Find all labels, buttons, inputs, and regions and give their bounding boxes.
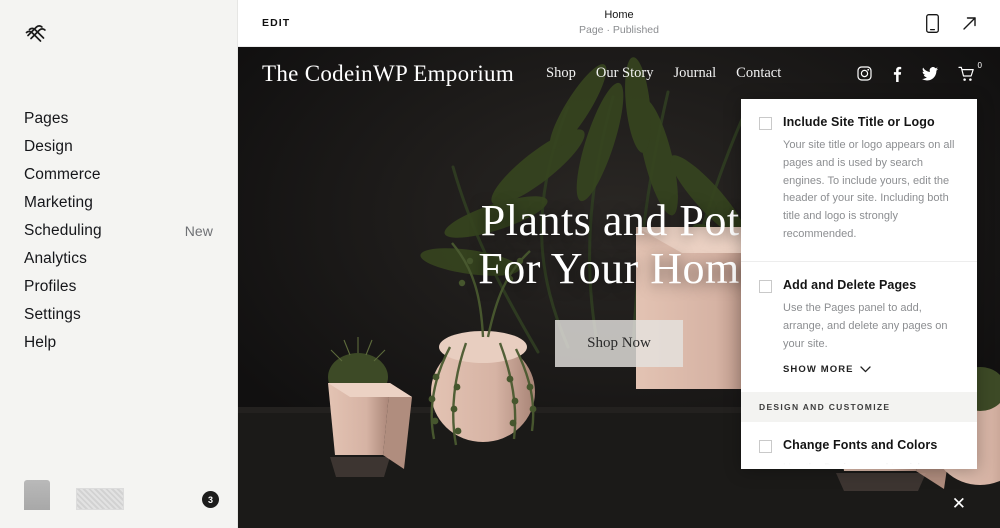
instagram-icon[interactable]: [857, 66, 872, 81]
cart-count: 0: [977, 60, 982, 70]
sidebar-item-label: Settings: [24, 306, 81, 323]
site-nav-journal[interactable]: Journal: [673, 65, 716, 82]
site-nav: Shop Our Story Journal Contact: [546, 65, 781, 82]
twitter-icon[interactable]: [922, 66, 938, 81]
site-social-links: 0: [857, 61, 982, 82]
hero-heading-line1: Plants and Pots: [480, 196, 758, 245]
sidebar-item-label: Commerce: [24, 166, 101, 183]
checklist-item-title: Add and Delete Pages: [783, 277, 917, 292]
editor-root: Pages Design Commerce Marketing Scheduli…: [0, 0, 1000, 528]
checklist-item-description: Your site title or logo appears on all p…: [783, 139, 955, 241]
facebook-icon[interactable]: [892, 66, 902, 82]
sidebar-item-new-tag: New: [184, 223, 213, 239]
checklist-item-header: Include Site Title or Logo: [759, 115, 959, 130]
show-more-label: SHOW MORE: [783, 364, 854, 376]
chevron-down-icon: [859, 366, 871, 373]
close-checklist-button[interactable]: ✕: [952, 495, 966, 512]
site-brand-title[interactable]: The CodeinWP Emporium: [262, 61, 514, 87]
checklist-item-title: Include Site Title or Logo: [783, 115, 935, 129]
page-title: Home: [604, 9, 634, 22]
sidebar-item-settings[interactable]: Settings: [0, 301, 237, 329]
template-thumbnails: [24, 480, 124, 510]
sidebar-item-label: Design: [24, 138, 73, 155]
sidebar-item-analytics[interactable]: Analytics: [0, 245, 237, 273]
sidebar-item-label: Analytics: [24, 250, 87, 267]
sidebar-item-design[interactable]: Design: [0, 133, 237, 161]
checklist-item-header: Add and Delete Pages: [759, 278, 959, 293]
page-meta: Home Page · Published: [579, 9, 659, 37]
sidebar-item-label: Pages: [24, 110, 69, 127]
site-preview: The CodeinWP Emporium Shop Our Story Jou…: [238, 47, 1000, 528]
sidebar-item-scheduling[interactable]: Scheduling New: [0, 217, 237, 245]
sidebar-item-label: Profiles: [24, 278, 77, 295]
checkbox-include-site-title[interactable]: [759, 117, 772, 130]
site-header: The CodeinWP Emporium Shop Our Story Jou…: [238, 47, 1000, 100]
site-nav-contact[interactable]: Contact: [736, 65, 781, 82]
sidebar-item-help[interactable]: Help: [0, 329, 237, 357]
sidebar-item-label: Scheduling: [24, 222, 102, 239]
edit-button[interactable]: EDIT: [262, 17, 290, 29]
checkbox-change-fonts-colors[interactable]: [759, 440, 772, 454]
notification-badge[interactable]: 3: [202, 491, 219, 508]
checklist-item-site-title: Include Site Title or Logo Your site tit…: [741, 99, 977, 262]
show-more-pages-button[interactable]: SHOW MORE: [783, 364, 959, 375]
preview-stage: EDIT Home Page · Published The CodeinWP …: [238, 0, 1000, 528]
editor-topbar: EDIT Home Page · Published: [238, 0, 1000, 47]
sidebar-item-marketing[interactable]: Marketing: [0, 189, 237, 217]
sidebar-item-label: Marketing: [24, 194, 93, 211]
sidebar-item-commerce[interactable]: Commerce: [0, 161, 237, 189]
checklist-item-header: Change Fonts and Colors: [759, 438, 959, 454]
hero-heading-line2: For Your Home: [478, 243, 760, 293]
section-header-design-customize: DESIGN AND CUSTOMIZE: [741, 392, 977, 423]
topbar-icons: [926, 13, 978, 33]
checkbox-add-delete-pages[interactable]: [759, 279, 772, 293]
checklist-item-description: Use the Pages panel to add, arrange, and…: [783, 301, 948, 350]
checklist-item-title: Change Fonts and Colors: [783, 438, 938, 453]
page-status: Page · Published: [579, 23, 659, 36]
panel-bottom-fade: [741, 455, 977, 469]
cart-icon[interactable]: 0: [958, 61, 982, 82]
shop-now-button[interactable]: Shop Now: [555, 320, 683, 368]
site-nav-our-story[interactable]: Our Story: [596, 65, 654, 82]
sidebar-item-pages[interactable]: Pages: [0, 105, 237, 133]
sidebar-item-label: Help: [24, 334, 57, 351]
left-sidebar: Pages Design Commerce Marketing Scheduli…: [0, 0, 238, 528]
site-nav-shop[interactable]: Shop: [546, 65, 576, 82]
open-external-icon[interactable]: [961, 15, 978, 32]
thumbnail-preview-primary[interactable]: [24, 480, 50, 510]
thumbnail-preview-secondary[interactable]: [76, 488, 124, 510]
checklist-item-add-delete-pages: Add and Delete Pages Use the Pages panel…: [741, 262, 977, 392]
mobile-preview-icon[interactable]: [926, 13, 939, 33]
getting-started-checklist-panel: Include Site Title or Logo Your site tit…: [741, 99, 977, 469]
sidebar-nav: Pages Design Commerce Marketing Scheduli…: [0, 105, 237, 357]
sidebar-item-profiles[interactable]: Profiles: [0, 273, 237, 301]
squarespace-logo-icon[interactable]: [22, 18, 52, 48]
